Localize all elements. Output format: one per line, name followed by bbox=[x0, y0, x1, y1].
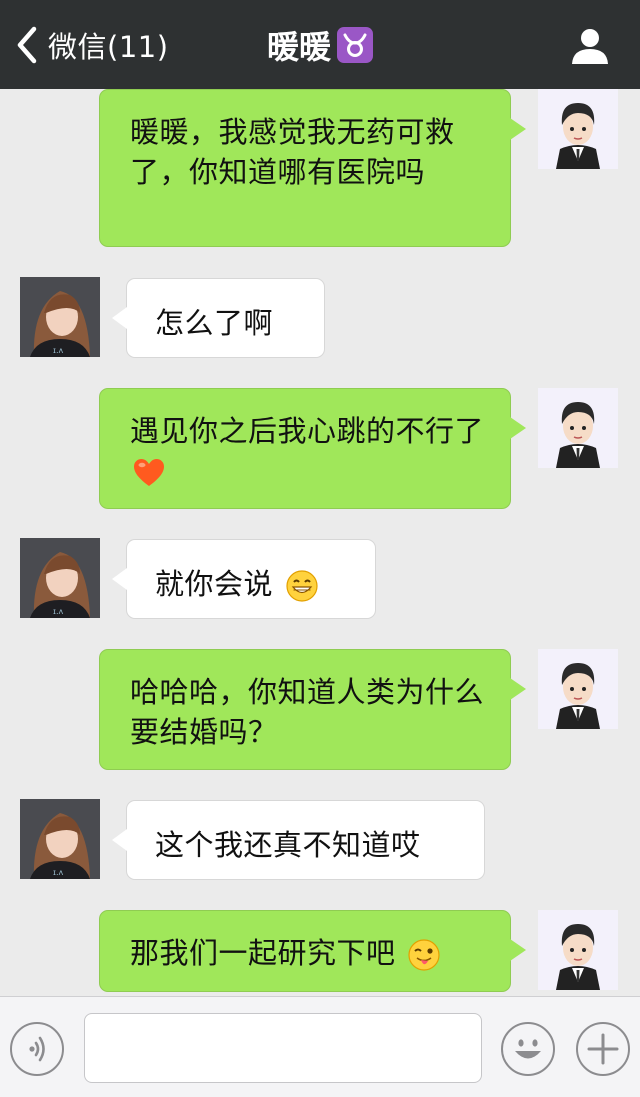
woman-photo-avatar-icon: ɪ.ʌ bbox=[20, 277, 100, 357]
message-text: 遇见你之后我心跳的不行了 bbox=[130, 414, 485, 448]
cartoon-man-avatar-icon bbox=[538, 910, 618, 990]
contact-avatar[interactable]: ɪ.ʌ bbox=[20, 799, 100, 879]
my-avatar[interactable] bbox=[538, 910, 618, 990]
plus-icon bbox=[587, 1033, 619, 1065]
my-avatar[interactable] bbox=[538, 89, 618, 169]
my-avatar[interactable] bbox=[538, 649, 618, 729]
message-text: 那我们一起研究下吧 bbox=[130, 936, 396, 970]
message-bubble-received[interactable]: 怎么了啊 bbox=[112, 278, 325, 358]
smiley-icon bbox=[515, 1039, 541, 1059]
emoji-button[interactable] bbox=[501, 1022, 555, 1076]
message-text: 哈哈哈，你知道人类为什么要结婚吗？ bbox=[130, 675, 485, 749]
message-bubble-received[interactable]: 就你会说 bbox=[112, 539, 376, 619]
message-input[interactable] bbox=[84, 1013, 482, 1083]
woman-photo-avatar-icon: ɪ.ʌ bbox=[20, 538, 100, 618]
message-bubble-received[interactable]: 这个我还真不知道哎 bbox=[112, 800, 485, 880]
chat-title: 暖暖 bbox=[266, 28, 331, 66]
message-bubble-sent[interactable]: 遇见你之后我心跳的不行了 bbox=[99, 388, 526, 509]
message-text: 暖暖，我感觉我无药可救了，你知道哪有医院吗 bbox=[130, 115, 455, 189]
message-text: 这个我还真不知道哎 bbox=[155, 828, 421, 862]
taurus-icon bbox=[337, 27, 373, 63]
profile-icon[interactable] bbox=[570, 26, 610, 66]
grin-emoji-icon bbox=[286, 570, 318, 602]
message-text: 怎么了啊 bbox=[155, 306, 274, 340]
svg-text:ɪ.ʌ: ɪ.ʌ bbox=[53, 346, 64, 355]
message-bubble-sent[interactable]: 哈哈哈，你知道人类为什么要结婚吗？ bbox=[99, 649, 526, 770]
message-bubble-sent[interactable]: 那我们一起研究下吧 bbox=[99, 910, 526, 992]
cartoon-man-avatar-icon bbox=[538, 388, 618, 468]
voice-button[interactable] bbox=[10, 1022, 64, 1076]
chat-title-bar: 暖暖 bbox=[0, 20, 640, 70]
heart-icon bbox=[134, 459, 164, 486]
input-bar bbox=[0, 996, 640, 1097]
voice-icon bbox=[29, 1036, 45, 1062]
chat-header: 微信(11) 暖暖 bbox=[0, 0, 640, 89]
my-avatar[interactable] bbox=[538, 388, 618, 468]
message-bubble-sent[interactable]: 暖暖，我感觉我无药可救了，你知道哪有医院吗 bbox=[99, 89, 526, 247]
svg-text:ɪ.ʌ: ɪ.ʌ bbox=[53, 607, 64, 616]
contact-avatar[interactable]: ɪ.ʌ bbox=[20, 538, 100, 618]
svg-text:ɪ.ʌ: ɪ.ʌ bbox=[53, 868, 64, 877]
message-list[interactable]: 暖暖，我感觉我无药可救了，你知道哪有医院吗 ɪ.ʌ 怎么了啊 遇见你之后我心跳的… bbox=[0, 89, 640, 996]
message-text: 就你会说 bbox=[155, 567, 274, 601]
wink-tongue-emoji-icon bbox=[408, 939, 440, 971]
woman-photo-avatar-icon: ɪ.ʌ bbox=[20, 799, 100, 879]
cartoon-man-avatar-icon bbox=[538, 89, 618, 169]
plus-button[interactable] bbox=[576, 1022, 630, 1076]
cartoon-man-avatar-icon bbox=[538, 649, 618, 729]
contact-avatar[interactable]: ɪ.ʌ bbox=[20, 277, 100, 357]
